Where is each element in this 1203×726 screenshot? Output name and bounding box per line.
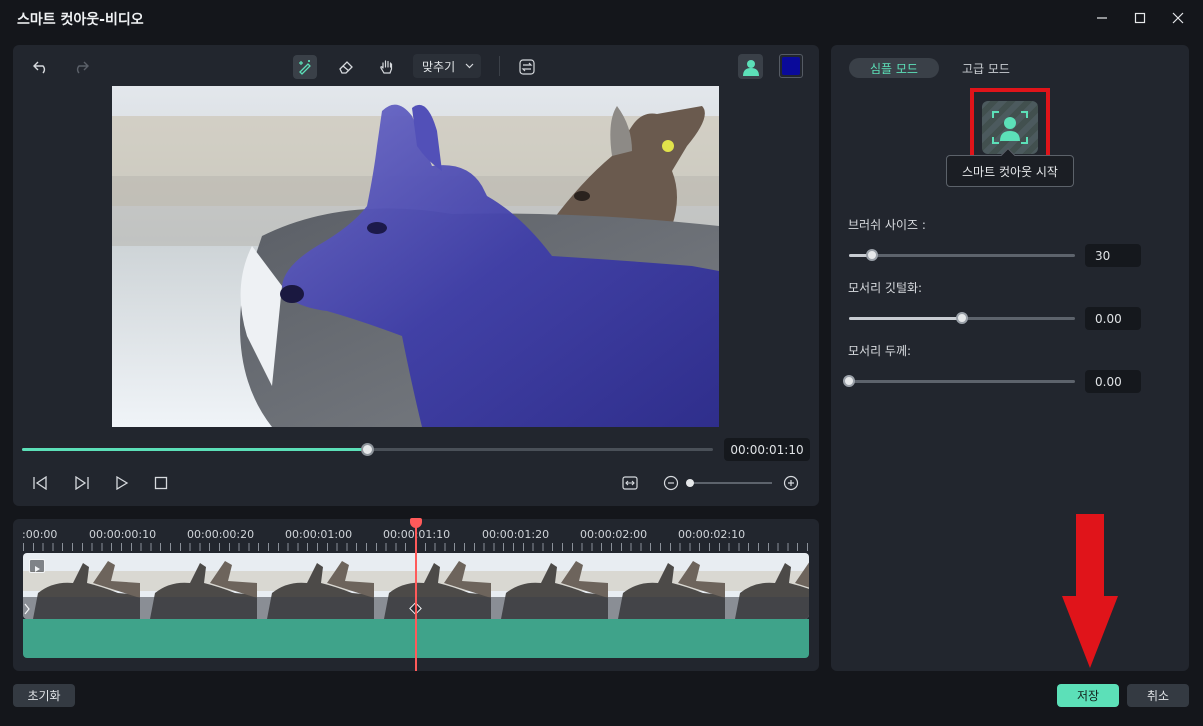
reset-button[interactable]: 초기화 <box>13 684 75 707</box>
hand-tool-button[interactable] <box>376 56 398 78</box>
ruler-label: :00:00 <box>22 528 58 541</box>
zoom-in-icon <box>783 475 799 491</box>
smart-brush-tool-button[interactable] <box>293 55 317 79</box>
play-icon <box>116 476 129 490</box>
overlay-color-swatch[interactable] <box>779 54 803 78</box>
edge-feather-value[interactable]: 0.00 <box>1085 307 1141 330</box>
ruler-label: 00:00:00:10 <box>89 528 157 541</box>
ruler-label: 00:00:02:00 <box>580 528 648 541</box>
zoom-slider[interactable] <box>690 482 772 484</box>
chevron-down-icon <box>465 63 474 69</box>
eraser-icon <box>339 61 353 74</box>
tab-simple-mode[interactable]: 심플 모드 <box>849 58 939 78</box>
playback-progress-fill <box>22 448 368 451</box>
cancel-button[interactable]: 취소 <box>1127 684 1189 707</box>
brush-size-slider[interactable] <box>849 254 1075 257</box>
brush-size-value[interactable]: 30 <box>1085 244 1141 267</box>
next-frame-button[interactable] <box>72 473 92 493</box>
deer-preview-image <box>112 86 719 427</box>
toolbar-divider <box>499 56 500 76</box>
edge-feather-label: 모서리 깃털화: <box>848 281 923 295</box>
close-button[interactable] <box>1168 8 1188 28</box>
edge-thickness-knob[interactable] <box>843 375 855 387</box>
ruler-label: 00:00:00:20 <box>187 528 255 541</box>
playhead-line[interactable] <box>415 523 417 671</box>
stop-icon <box>154 476 168 490</box>
portrait-toggle-button[interactable] <box>738 54 763 79</box>
minimize-button[interactable] <box>1092 8 1112 28</box>
step-forward-icon <box>75 476 89 490</box>
tab-advanced-mode[interactable]: 고급 모드 <box>950 58 1022 78</box>
start-smart-cutout-button[interactable] <box>982 101 1038 154</box>
edge-feather-knob[interactable] <box>956 312 968 324</box>
undo-icon <box>33 61 46 74</box>
maximize-icon <box>1134 12 1146 24</box>
fit-dropdown[interactable]: 맞추기 <box>413 54 481 78</box>
brush-size-label: 브러쉬 사이즈 : <box>848 218 926 232</box>
stop-button[interactable] <box>151 473 171 493</box>
invert-selection-button[interactable] <box>516 56 538 78</box>
previous-frame-button[interactable] <box>30 473 50 493</box>
ruler-label: 00:00:01:10 <box>383 528 451 541</box>
ruler-label: 00:00:01:00 <box>285 528 353 541</box>
step-back-icon <box>33 476 47 490</box>
window-title: 스마트 컷아웃-비디오 <box>17 12 144 28</box>
maximize-button[interactable] <box>1130 8 1150 28</box>
play-button[interactable] <box>112 473 132 493</box>
save-button[interactable]: 저장 <box>1057 684 1119 707</box>
brush-size-knob[interactable] <box>866 249 878 261</box>
title-bar: 스마트 컷아웃-비디오 <box>0 0 1203 36</box>
edge-thickness-value[interactable]: 0.00 <box>1085 370 1141 393</box>
close-icon <box>1172 12 1184 24</box>
edge-thickness-slider[interactable] <box>849 380 1075 383</box>
zoom-in-button[interactable] <box>782 474 800 492</box>
overlay-color-fill <box>782 57 800 75</box>
edge-thickness-label: 모서리 두께: <box>848 344 912 358</box>
video-clip-icon <box>29 559 45 573</box>
zoom-slider-knob[interactable] <box>686 479 694 487</box>
hand-icon <box>380 59 393 74</box>
fit-width-icon <box>622 476 638 490</box>
redo-button[interactable] <box>70 56 92 78</box>
ruler-label: 00:00:01:20 <box>482 528 550 541</box>
current-timecode: 00:00:01:10 <box>724 438 810 461</box>
zoom-out-button[interactable] <box>662 474 680 492</box>
fit-timeline-button[interactable] <box>620 473 640 493</box>
ruler-label: 00:00:02:10 <box>678 528 746 541</box>
edge-feather-fill <box>849 317 962 320</box>
magic-pen-icon <box>299 60 311 75</box>
undo-button[interactable] <box>30 56 52 78</box>
video-preview-frame <box>112 86 719 427</box>
chevron-right-icon <box>24 603 30 615</box>
person-icon <box>742 59 759 76</box>
portrait-cutout-icon <box>992 111 1028 144</box>
eraser-button[interactable] <box>335 56 357 78</box>
playback-scrubber-knob[interactable] <box>361 443 374 456</box>
fit-dropdown-label: 맞추기 <box>422 60 456 74</box>
zoom-out-icon <box>663 475 679 491</box>
minimize-icon <box>1097 17 1107 19</box>
swap-icon <box>519 59 535 75</box>
redo-icon <box>76 61 89 74</box>
annotation-arrow-icon <box>1062 514 1118 668</box>
